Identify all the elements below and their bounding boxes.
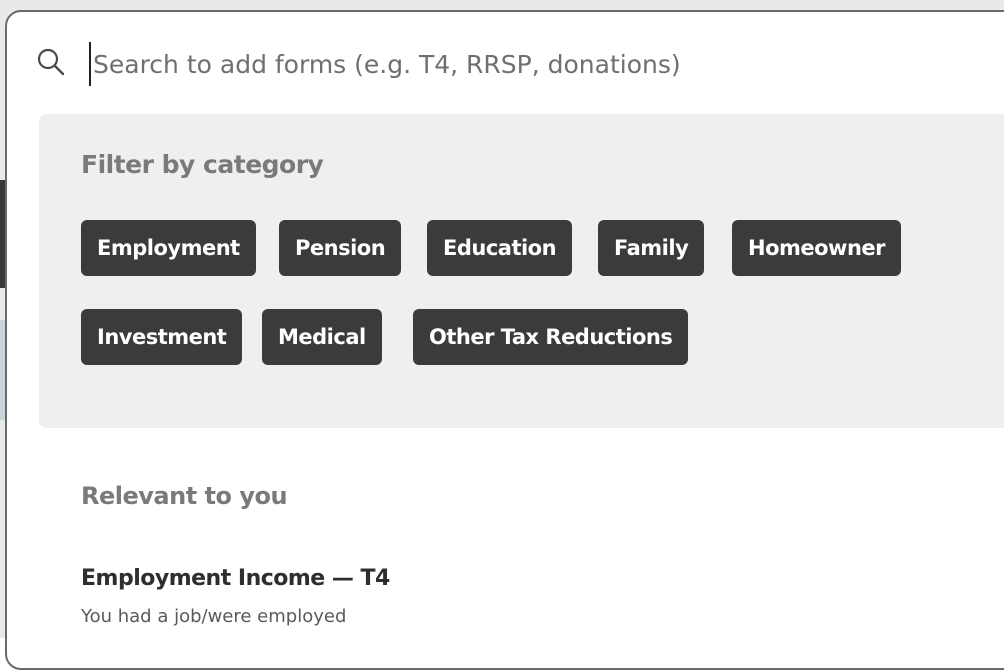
relevant-heading: Relevant to you bbox=[81, 482, 288, 510]
category-chip-homeowner[interactable]: Homeowner bbox=[732, 220, 902, 276]
category-chip-medical[interactable]: Medical bbox=[262, 309, 382, 365]
category-filter-panel: Filter by category Employment Pension Ed… bbox=[39, 114, 1004, 428]
category-chip-education[interactable]: Education bbox=[427, 220, 573, 276]
search-bar bbox=[7, 12, 1004, 112]
category-chip-other-tax-reductions[interactable]: Other Tax Reductions bbox=[413, 309, 689, 365]
category-chip-investment[interactable]: Investment bbox=[81, 309, 243, 365]
category-chip-pension[interactable]: Pension bbox=[279, 220, 402, 276]
category-chip-employment[interactable]: Employment bbox=[81, 220, 256, 276]
form-item-description: You had a job/were employed bbox=[81, 606, 347, 627]
form-item-title: Employment Income — T4 bbox=[81, 566, 390, 591]
form-item-t4[interactable]: Employment Income — T4 You had a job/wer… bbox=[81, 564, 681, 644]
add-forms-dialog: Filter by category Employment Pension Ed… bbox=[5, 10, 1004, 670]
category-chip-family[interactable]: Family bbox=[598, 220, 705, 276]
filter-heading: Filter by category bbox=[81, 150, 324, 179]
search-input[interactable] bbox=[89, 42, 973, 86]
search-icon bbox=[35, 46, 67, 78]
